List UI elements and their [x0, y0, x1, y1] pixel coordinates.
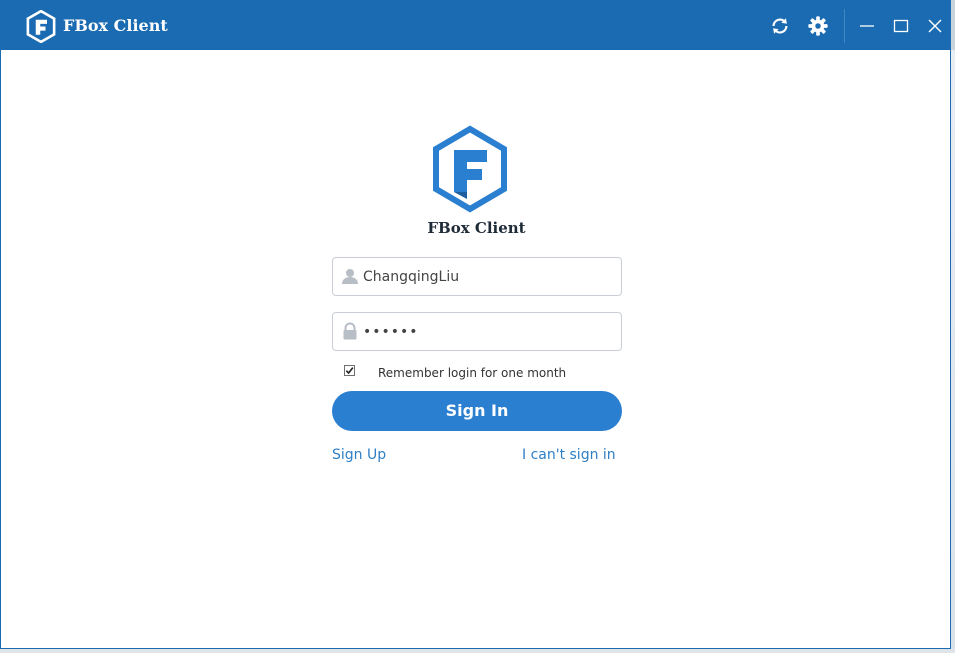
sign-in-button[interactable]: Sign In: [332, 391, 622, 431]
minimize-button[interactable]: [852, 11, 882, 41]
maximize-icon: [893, 19, 909, 33]
refresh-icon: [772, 18, 788, 34]
refresh-button[interactable]: [765, 11, 795, 41]
minimize-icon: [860, 25, 874, 27]
password-input[interactable]: [363, 313, 613, 350]
close-icon: [928, 19, 942, 33]
lock-icon: [343, 322, 357, 340]
username-input[interactable]: [363, 258, 613, 295]
title-bar[interactable]: FBox Client: [1, 1, 950, 50]
brand-name: FBox Client: [427, 219, 526, 237]
close-button[interactable]: [920, 11, 950, 41]
remember-label: Remember login for one month: [378, 366, 567, 380]
app-window: FBox Client FBox Client ChangqingLiu •••…: [0, 0, 951, 649]
user-icon: [342, 269, 358, 284]
window-title: FBox Client: [63, 16, 168, 35]
titlebar-separator: [844, 9, 845, 43]
remember-checkbox[interactable]: [344, 365, 355, 376]
username-field[interactable]: [332, 257, 622, 296]
password-field[interactable]: [332, 312, 622, 351]
maximize-button[interactable]: [886, 11, 916, 41]
checkmark-icon: [345, 367, 354, 375]
fbox-logo-icon: [26, 10, 56, 43]
sign-up-link[interactable]: Sign Up: [332, 447, 386, 463]
cant-sign-in-link[interactable]: I can't sign in: [522, 447, 616, 463]
settings-button[interactable]: [803, 11, 833, 41]
fbox-logo: [433, 125, 507, 213]
gear-icon: [808, 16, 828, 36]
